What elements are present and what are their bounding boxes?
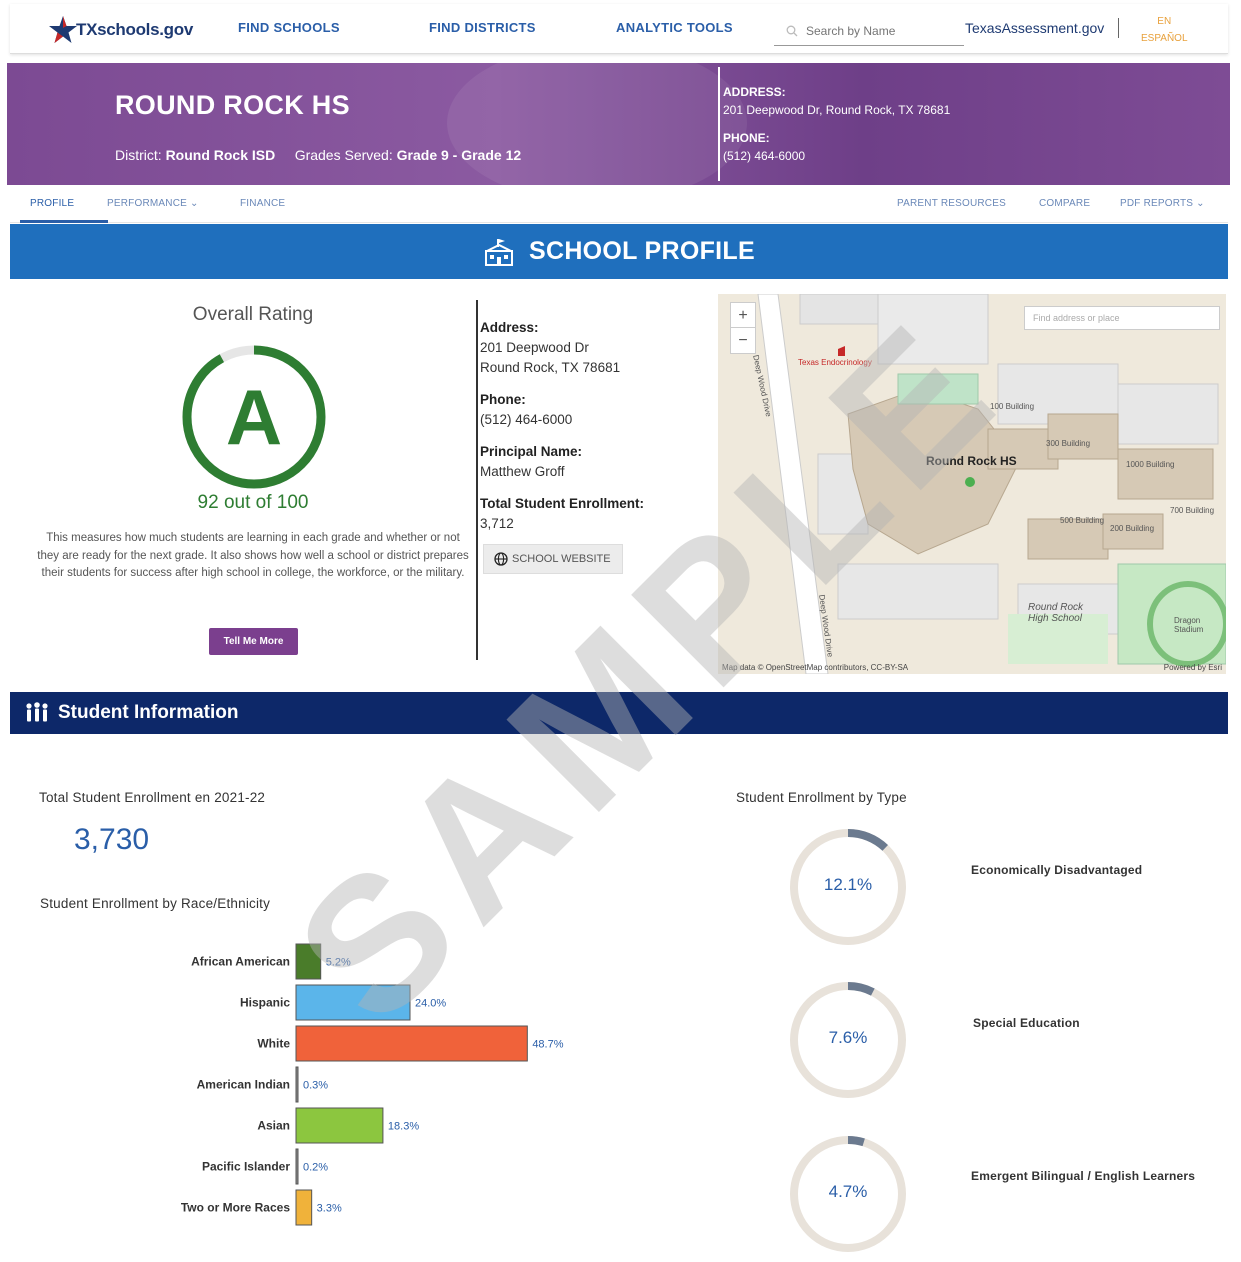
race-bar <box>295 1107 384 1144</box>
race-label: American Indian <box>197 1078 290 1092</box>
race-label: Two or More Races <box>181 1201 290 1215</box>
type-chart-title: Student Enrollment by Type <box>736 790 907 805</box>
school-banner: ROUND ROCK HS District: Round Rock ISD G… <box>7 63 1230 185</box>
tab-performance[interactable]: PERFORMANCE ⌄ <box>107 198 199 209</box>
race-bar <box>295 1066 299 1103</box>
school-map[interactable]: + − Find address or place Round Rock HS … <box>718 294 1226 674</box>
race-value-label: 0.2% <box>303 1162 328 1174</box>
school-meta: District: Round Rock ISD Grades Served: … <box>115 147 522 163</box>
banner-phone: (512) 464-6000 <box>723 149 806 163</box>
school-profile-header: SCHOOL PROFILE <box>10 224 1228 279</box>
enrollment-title: Total Student Enrollment en 2021-22 <box>39 790 266 805</box>
active-tab-indicator <box>20 220 108 223</box>
tab-finance[interactable]: FINANCE <box>240 198 285 209</box>
race-label: White <box>257 1037 290 1051</box>
rating-score: 92 out of 100 <box>197 492 309 513</box>
map-powered-by[interactable]: Powered by Esri <box>1164 663 1222 672</box>
sub-navigation: PROFILE PERFORMANCE ⌄ FINANCE PARENT RES… <box>10 185 1228 223</box>
school-building-icon <box>485 238 513 266</box>
chevron-down-icon: ⌄ <box>189 198 199 209</box>
donut-value: 4.7% <box>828 1182 868 1201</box>
race-value-label: 48.7% <box>532 1039 563 1051</box>
rating-grade: A <box>226 373 282 461</box>
principal-value: Matthew Groff <box>480 464 565 479</box>
enrollment-value: 3,712 <box>480 516 514 531</box>
school-info: Address: 201 Deepwood Dr Round Rock, TX … <box>480 318 710 546</box>
map-search-input[interactable]: Find address or place <box>1024 306 1220 330</box>
search-icon <box>786 25 798 36</box>
student-information-title: Student Information <box>58 702 239 723</box>
race-ethnicity-chart: African American 5.2% Hispanic 24.0% White 48… <box>181 943 564 1226</box>
globe-icon <box>494 552 508 566</box>
map-zoom-controls: + − <box>730 302 756 354</box>
texas-assessment-link[interactable]: TexasAssessment.gov <box>965 20 1104 36</box>
race-label: Hispanic <box>240 996 290 1010</box>
donut-value: 7.6% <box>828 1028 868 1047</box>
race-label: Pacific Islander <box>202 1160 290 1174</box>
students-icon <box>26 702 48 722</box>
race-value-label: 0.3% <box>303 1080 328 1092</box>
tell-me-more-button[interactable]: Tell Me More <box>209 628 298 655</box>
grades-value: Grade 9 - Grade 12 <box>396 147 522 163</box>
nav-analytic-tools[interactable]: ANALYTIC TOOLS <box>616 20 733 35</box>
school-website-button[interactable]: SCHOOL WEBSITE <box>483 544 623 574</box>
school-profile-title: SCHOOL PROFILE <box>529 237 755 265</box>
race-value-label: 24.0% <box>415 998 446 1010</box>
nav-find-districts[interactable]: FIND DISTRICTS <box>429 20 536 35</box>
language-switch: EN ESPAÑOL <box>1141 13 1188 47</box>
rating-description: This measures how much students are lear… <box>37 532 469 579</box>
profile-divider <box>476 300 478 660</box>
map-poi-label: Texas Endocrinology <box>798 358 872 367</box>
race-bar <box>295 984 411 1021</box>
banner-divider <box>718 67 720 181</box>
tab-profile[interactable]: PROFILE <box>30 198 74 209</box>
race-label: African American <box>191 955 290 969</box>
top-navigation: TXschools.gov FIND SCHOOLS FIND DISTRICT… <box>10 4 1228 54</box>
race-bar <box>295 1148 299 1185</box>
race-value-label: 3.3% <box>317 1203 342 1215</box>
tab-pdf-reports[interactable]: PDF REPORTS ⌄ <box>1120 198 1205 209</box>
race-bar <box>295 943 322 980</box>
nav-find-schools[interactable]: FIND SCHOOLS <box>238 20 340 35</box>
map-attribution[interactable]: Map data © OpenStreetMap contributors, C… <box>722 663 908 672</box>
chevron-down-icon: ⌄ <box>1196 198 1205 209</box>
race-bar <box>295 1025 528 1062</box>
map-zoom-in-button[interactable]: + <box>731 303 755 328</box>
donut-category-label: Special Education <box>973 1016 1080 1030</box>
site-logo[interactable]: TXschools.gov <box>48 12 193 48</box>
race-value-label: 18.3% <box>388 1121 419 1133</box>
search-input[interactable] <box>806 23 956 38</box>
race-bar <box>295 1189 313 1226</box>
race-chart-title: Student Enrollment by Race/Ethnicity <box>40 896 271 911</box>
banner-address: 201 Deepwood Dr, Round Rock, TX 78681 <box>723 103 951 117</box>
star-logo-icon <box>49 16 77 43</box>
donut-category-label: Emergent Bilingual / English Learners <box>971 1169 1196 1183</box>
lang-en[interactable]: EN <box>1141 13 1188 30</box>
rating-gauge: A <box>182 345 326 489</box>
school-name: ROUND ROCK HS <box>115 90 350 120</box>
map-canvas <box>718 294 1226 674</box>
search-box <box>774 16 964 46</box>
logo-text: TXschools.gov <box>76 20 194 39</box>
district-value: Round Rock ISD <box>165 147 276 163</box>
phone-value: (512) 464-6000 <box>480 412 573 427</box>
nav-separator <box>1118 18 1119 38</box>
overall-rating-title: Overall Rating <box>192 304 314 325</box>
lang-es[interactable]: ESPAÑOL <box>1141 30 1188 47</box>
address-line2: Round Rock, TX 78681 <box>480 360 621 375</box>
race-value-label: 5.2% <box>326 957 351 969</box>
tab-compare[interactable]: COMPARE <box>1039 198 1090 209</box>
banner-contact: ADDRESS: 201 Deepwood Dr, Round Rock, TX… <box>723 85 951 163</box>
map-school-label: Round Rock HS <box>926 454 1017 468</box>
address-line1: 201 Deepwood Dr <box>480 340 589 355</box>
map-zoom-out-button[interactable]: − <box>731 328 755 353</box>
donut-category-label: Economically Disadvantaged <box>971 863 1143 877</box>
enrollment-total: 3,730 <box>74 823 150 856</box>
tab-parent-resources[interactable]: PARENT RESOURCES <box>897 198 1006 209</box>
race-label: Asian <box>257 1119 290 1133</box>
donut-value: 12.1% <box>823 875 873 894</box>
student-information-header: Student Information <box>10 692 1228 734</box>
